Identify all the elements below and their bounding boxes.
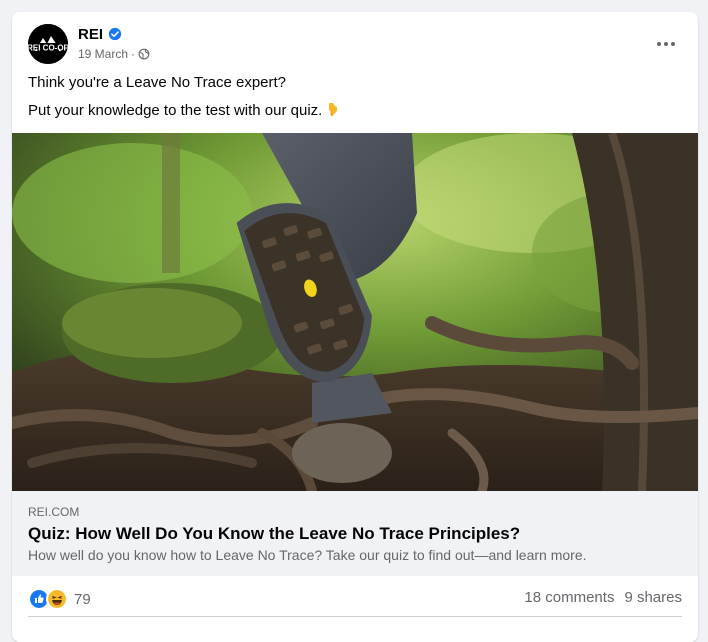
meta-separator: ·	[131, 47, 136, 61]
haha-reaction-icon	[46, 588, 68, 610]
pointing-down-emoji-icon	[329, 103, 338, 116]
post-header: REI CO-OP REI 19 March ·	[28, 24, 682, 64]
more-dot	[664, 42, 668, 46]
post-image[interactable]	[12, 133, 698, 491]
reaction-count: 79	[74, 590, 91, 608]
post-text-line-2-wrap: Put your knowledge to the test with our …	[28, 101, 682, 121]
post-meta: 19 March ·	[78, 47, 150, 61]
post-date[interactable]: 19 March	[78, 47, 128, 61]
post-text-line-2: Put your knowledge to the test with our …	[28, 102, 323, 119]
post-stats: 79 18 comments 9 shares	[28, 576, 682, 620]
more-options-icon	[657, 42, 661, 46]
post-text: Think you're a Leave No Trace expert? Pu…	[28, 73, 682, 129]
link-domain: REI.COM	[28, 505, 80, 519]
link-description: How well do you know how to Leave No Tra…	[28, 547, 587, 563]
link-preview[interactable]: REI.COM Quiz: How Well Do You Know the L…	[12, 491, 698, 576]
rei-logo-icon: REI CO-OP	[28, 24, 68, 64]
engagement-counts: 18 comments 9 shares	[524, 589, 682, 606]
shares-count[interactable]: 9 shares	[624, 589, 682, 606]
avatar[interactable]: REI CO-OP	[28, 24, 68, 64]
avatar-logo-text: REI CO-OP	[28, 44, 68, 53]
globe-icon	[138, 48, 150, 60]
more-dot	[671, 42, 675, 46]
stats-divider	[28, 616, 682, 617]
hiking-boot-photo	[12, 133, 698, 491]
post-text-line-1: Think you're a Leave No Trace expert?	[28, 74, 287, 91]
reactions-summary[interactable]: 79	[28, 588, 91, 610]
comments-count[interactable]: 18 comments	[524, 589, 614, 606]
post-card: REI CO-OP REI 19 March · Think you're a …	[12, 12, 698, 642]
link-title[interactable]: Quiz: How Well Do You Know the Leave No …	[28, 524, 520, 544]
more-options-button[interactable]	[650, 32, 682, 56]
verified-badge-icon	[108, 27, 122, 41]
author-name[interactable]: REI	[78, 26, 103, 43]
